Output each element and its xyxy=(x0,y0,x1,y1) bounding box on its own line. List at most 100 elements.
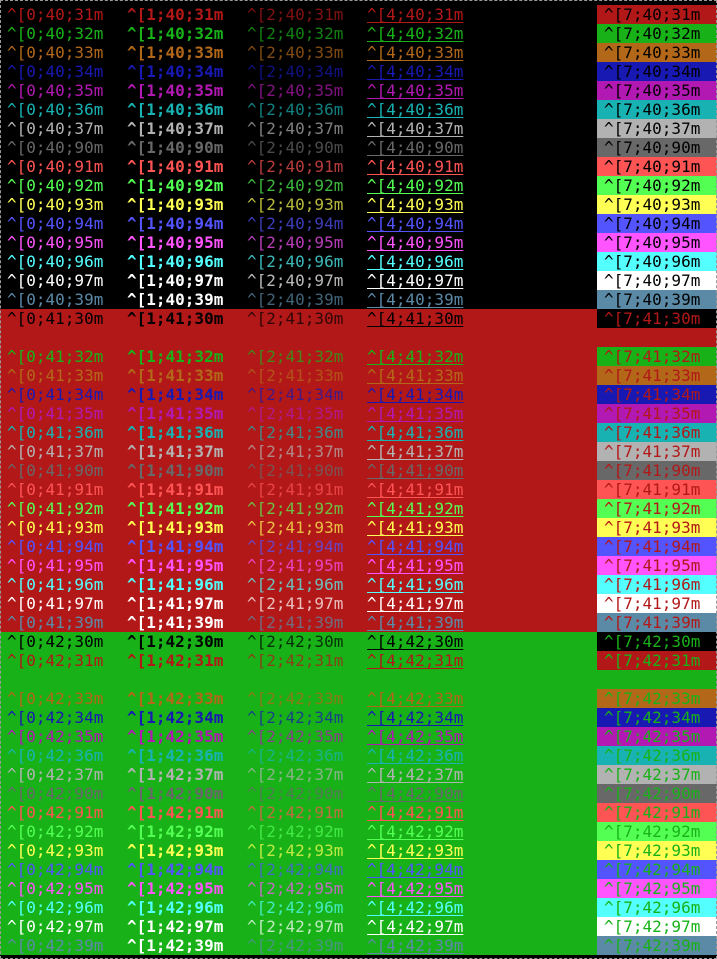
sgr-attr0-cell: ^[0;40;33m xyxy=(7,43,104,62)
line-bg40-fg95: ^[0;40;95m ^[1;40;95m ^[2;40;95m ^[4;40;95m… xyxy=(0,233,717,252)
sgr-attr4-cell: ^[4;40;35m xyxy=(367,81,464,100)
sgr-attr0-cell: ^[0;42;31m xyxy=(7,651,104,670)
line-bg40-fg90: ^[0;40;90m ^[1;40;90m ^[2;40;90m ^[4;40;90m… xyxy=(0,138,717,157)
sgr-attr7-cell: ^[7;42;33m xyxy=(597,689,717,708)
line-bg40-fg31: ^[0;40;31m ^[1;40;31m ^[2;40;31m ^[4;40;31m… xyxy=(0,5,717,24)
sgr-attr0-cell: ^[0;41;93m xyxy=(7,518,104,537)
sgr-attr2-cell: ^[2;40;90m xyxy=(247,138,344,157)
sgr-attr2-cell: ^[2;41;97m xyxy=(247,594,344,613)
sgr-attr4-cell: ^[4;41;36m xyxy=(367,423,464,442)
line-bg41-fg92: ^[0;41;92m ^[1;41;92m ^[2;41;92m ^[4;41;92m… xyxy=(0,499,717,518)
line-bg41-fg31: ^[0;41;31m ^[1;41;31m ^[2;41;31m ^[4;41;31m… xyxy=(0,328,717,347)
sgr-attr4-cell: ^[4;40;92m xyxy=(367,176,464,195)
sgr-attr1-cell: ^[1;42;39m xyxy=(127,936,224,955)
sgr-attr1-cell: ^[1;40;90m xyxy=(127,138,224,157)
sgr-attr4-cell: ^[4;42;90m xyxy=(367,784,464,803)
sgr-attr4-cell: ^[4;42;35m xyxy=(367,727,464,746)
sgr-attr7-cell: ^[7;40;31m xyxy=(597,5,717,24)
line-bg42-fg95: ^[0;42;95m ^[1;42;95m ^[2;42;95m ^[4;42;95m… xyxy=(0,879,717,898)
sgr-attr2-cell: ^[2;42;92m xyxy=(247,822,344,841)
sgr-attr0-cell: ^[0;42;91m xyxy=(7,803,104,822)
sgr-attr1-cell: ^[1;40;31m xyxy=(127,5,224,24)
sgr-attr0-cell: ^[0;40;36m xyxy=(7,100,104,119)
sgr-attr2-cell: ^[2;40;37m xyxy=(247,119,344,138)
line-bg42-fg31: ^[0;42;31m ^[1;42;31m ^[2;42;31m ^[4;42;31m… xyxy=(0,651,717,670)
sgr-attr2-cell: ^[2;40;32m xyxy=(247,24,344,43)
sgr-attr2-cell: ^[2;41;30m xyxy=(247,309,344,328)
sgr-attr7-cell: ^[7;40;96m xyxy=(597,252,717,271)
sgr-attr1-cell: ^[1;42;34m xyxy=(127,708,224,727)
sgr-attr7-cell: ^[7;42;90m xyxy=(597,784,717,803)
sgr-attr7-cell: ^[7;40;90m xyxy=(597,138,717,157)
sgr-attr1-cell: ^[1;42;32m xyxy=(127,670,224,689)
sgr-attr2-cell: ^[2;41;39m xyxy=(247,613,344,632)
line-bg42-fg90: ^[0;42;90m ^[1;42;90m ^[2;42;90m ^[4;42;90m… xyxy=(0,784,717,803)
sgr-attr2-cell: ^[2;42;96m xyxy=(247,898,344,917)
sgr-attr1-cell: ^[1;41;91m xyxy=(127,480,224,499)
sgr-attr1-cell: ^[1;40;92m xyxy=(127,176,224,195)
sgr-attr0-cell: ^[0;42;94m xyxy=(7,860,104,879)
sgr-attr0-cell: ^[0;40;32m xyxy=(7,24,104,43)
sgr-attr0-cell: ^[0;42;39m xyxy=(7,936,104,955)
sgr-attr7-cell: ^[7;42;31m xyxy=(597,651,717,670)
line-bg41-fg96: ^[0;41;96m ^[1;41;96m ^[2;41;96m ^[4;41;96m… xyxy=(0,575,717,594)
sgr-attr4-cell: ^[4;41;33m xyxy=(367,366,464,385)
sgr-attr1-cell: ^[1;40;91m xyxy=(127,157,224,176)
sgr-attr1-cell: ^[1;41;90m xyxy=(127,461,224,480)
sgr-attr1-cell: ^[1;42;31m xyxy=(127,651,224,670)
sgr-attr7-cell: ^[7;42;92m xyxy=(597,822,717,841)
sgr-attr2-cell: ^[2;41;92m xyxy=(247,499,344,518)
sgr-attr7-cell: ^[7;42;36m xyxy=(597,746,717,765)
sgr-attr4-cell: ^[4;42;30m xyxy=(367,632,464,651)
sgr-attr7-cell: ^[7;41;36m xyxy=(597,423,717,442)
sgr-attr1-cell: ^[1;41;92m xyxy=(127,499,224,518)
line-bg42-fg39: ^[0;42;39m ^[1;42;39m ^[2;42;39m ^[4;42;39m… xyxy=(0,936,717,955)
sgr-attr7-cell: ^[7;41;93m xyxy=(597,518,717,537)
sgr-attr0-cell: ^[0;42;97m xyxy=(7,917,104,936)
sgr-attr7-cell: ^[7;40;33m xyxy=(597,43,717,62)
sgr-attr0-cell: ^[0;41;90m xyxy=(7,461,104,480)
line-bg40-fg93: ^[0;40;93m ^[1;40;93m ^[2;40;93m ^[4;40;93m… xyxy=(0,195,717,214)
sgr-attr0-cell: ^[0;40;95m xyxy=(7,233,104,252)
sgr-attr0-cell: ^[0;41;36m xyxy=(7,423,104,442)
sgr-attr4-cell: ^[4;40;34m xyxy=(367,62,464,81)
sgr-attr7-cell: ^[7;40;34m xyxy=(597,62,717,81)
line-bg41-fg36: ^[0;41;36m ^[1;41;36m ^[2;41;36m ^[4;41;36m… xyxy=(0,423,717,442)
sgr-attr4-cell: ^[4;41;31m xyxy=(367,328,464,347)
sgr-attr4-cell: ^[4;40;36m xyxy=(367,100,464,119)
sgr-attr1-cell: ^[1;42;90m xyxy=(127,784,224,803)
sgr-attr4-cell: ^[4;42;39m xyxy=(367,936,464,955)
sgr-attr7-cell: ^[7;41;92m xyxy=(597,499,717,518)
sgr-attr2-cell: ^[2;42;94m xyxy=(247,860,344,879)
sgr-attr1-cell: ^[1;42;37m xyxy=(127,765,224,784)
line-bg40-fg39: ^[0;40;39m ^[1;40;39m ^[2;40;39m ^[4;40;39m… xyxy=(0,290,717,309)
sgr-attr7-cell: ^[7;42;37m xyxy=(597,765,717,784)
sgr-attr4-cell: ^[4;40;31m xyxy=(367,5,464,24)
sgr-attr4-cell: ^[4;40;37m xyxy=(367,119,464,138)
sgr-attr1-cell: ^[1;42;95m xyxy=(127,879,224,898)
sgr-attr0-cell: ^[0;40;90m xyxy=(7,138,104,157)
sgr-attr2-cell: ^[2;42;90m xyxy=(247,784,344,803)
line-bg41-fg33: ^[0;41;33m ^[1;41;33m ^[2;41;33m ^[4;41;33m… xyxy=(0,366,717,385)
sgr-attr1-cell: ^[1;41;31m xyxy=(127,328,224,347)
sgr-attr7-cell: ^[7;40;32m xyxy=(597,24,717,43)
sgr-attr4-cell: ^[4;40;93m xyxy=(367,195,464,214)
sgr-attr2-cell: ^[2;40;91m xyxy=(247,157,344,176)
line-bg41-fg93: ^[0;41;93m ^[1;41;93m ^[2;41;93m ^[4;41;93m… xyxy=(0,518,717,537)
line-bg42-fg91: ^[0;42;91m ^[1;42;91m ^[2;42;91m ^[4;42;91m… xyxy=(0,803,717,822)
sgr-attr0-cell: ^[0;41;97m xyxy=(7,594,104,613)
sgr-attr0-cell: ^[0;42;35m xyxy=(7,727,104,746)
line-bg40-fg97: ^[0;40;97m ^[1;40;97m ^[2;40;97m ^[4;40;97m… xyxy=(0,271,717,290)
sgr-attr7-cell: ^[7;40;93m xyxy=(597,195,717,214)
terminal-output: ^[0;40;31m ^[1;40;31m ^[2;40;31m ^[4;40;31m… xyxy=(0,0,717,959)
sgr-attr2-cell: ^[2;41;36m xyxy=(247,423,344,442)
sgr-attr4-cell: ^[4;40;94m xyxy=(367,214,464,233)
sgr-attr0-cell: ^[0;42;92m xyxy=(7,822,104,841)
sgr-attr0-cell: ^[0;41;39m xyxy=(7,613,104,632)
line-bg40-fg33: ^[0;40;33m ^[1;40;33m ^[2;40;33m ^[4;40;33m… xyxy=(0,43,717,62)
sgr-attr4-cell: ^[4;41;34m xyxy=(367,385,464,404)
sgr-attr0-cell: ^[0;41;92m xyxy=(7,499,104,518)
sgr-attr4-cell: ^[4;42;91m xyxy=(367,803,464,822)
sgr-attr2-cell: ^[2;42;32m xyxy=(247,670,344,689)
sgr-attr2-cell: ^[2;42;93m xyxy=(247,841,344,860)
